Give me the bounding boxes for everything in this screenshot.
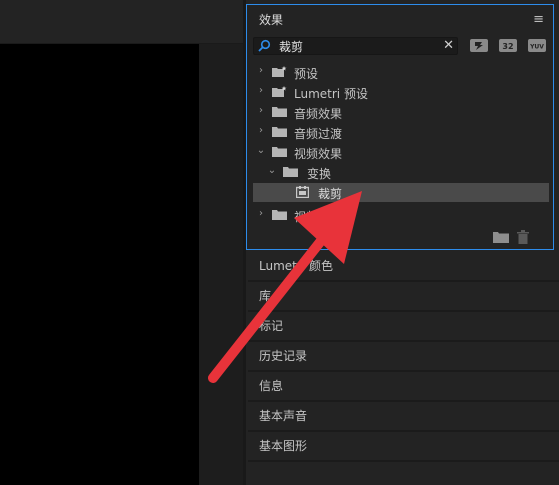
tree-item-label: 预设 bbox=[294, 67, 319, 81]
folder-icon bbox=[272, 127, 287, 137]
tree-item-presets[interactable]: › 预设 bbox=[253, 63, 549, 82]
chevron-down-icon[interactable]: ⌄ bbox=[256, 145, 266, 156]
panel-tab-markers[interactable]: 标记 bbox=[248, 312, 559, 342]
chevron-right-icon[interactable]: › bbox=[256, 125, 266, 136]
effects-panel-header: 效果 ≡ bbox=[247, 5, 553, 33]
preset-folder-icon bbox=[272, 66, 287, 77]
tree-item-label: 视频效果 bbox=[294, 147, 343, 161]
effects-search-box[interactable]: ✕ bbox=[253, 37, 458, 55]
panel-tab-lumetri-color[interactable]: Lumetri 颜色 bbox=[248, 252, 559, 282]
panel-menu-icon[interactable]: ≡ bbox=[533, 12, 544, 27]
tree-item-label: 音频效果 bbox=[294, 107, 343, 121]
search-icon bbox=[258, 39, 271, 52]
folder-icon bbox=[272, 107, 287, 117]
tree-item-transform[interactable]: ⌄ 变换 bbox=[253, 163, 549, 182]
panel-tab-essential-graphics[interactable]: 基本图形 bbox=[248, 432, 559, 462]
tree-item-label: 变换 bbox=[307, 167, 332, 181]
chevron-right-icon[interactable]: › bbox=[256, 65, 266, 76]
yuv-label: YUV bbox=[529, 44, 544, 51]
tree-item-video-transitions[interactable]: › 视频过渡 bbox=[253, 206, 549, 225]
chevron-right-icon[interactable]: › bbox=[256, 208, 266, 219]
tree-item-label: 音频过渡 bbox=[294, 127, 343, 141]
effect-icon bbox=[296, 186, 309, 198]
search-input[interactable] bbox=[279, 38, 439, 54]
folder-icon bbox=[272, 210, 287, 220]
yuv-effects-icon[interactable]: YUV bbox=[527, 38, 547, 53]
program-monitor-area bbox=[0, 0, 245, 485]
trash-icon[interactable] bbox=[517, 230, 529, 244]
32bit-effects-icon[interactable]: 32 bbox=[498, 38, 518, 53]
panel-tab-history[interactable]: 历史记录 bbox=[248, 342, 559, 372]
effects-panel: 效果 ≡ ✕ 32 YUV › 预设 › Lumetri 预设 › bbox=[246, 4, 554, 250]
tree-item-label: Lumetri 预设 bbox=[294, 87, 368, 101]
chevron-down-icon[interactable]: ⌄ bbox=[267, 165, 277, 176]
panel-tab-essential-sound[interactable]: 基本声音 bbox=[248, 402, 559, 432]
video-canvas[interactable] bbox=[0, 44, 199, 485]
clear-search-icon[interactable]: ✕ bbox=[443, 38, 454, 53]
preset-folder-icon bbox=[272, 86, 287, 97]
folder-icon bbox=[272, 147, 287, 157]
panel-tab-libraries[interactable]: 库 bbox=[248, 282, 559, 312]
tree-item-lumetri-presets[interactable]: › Lumetri 预设 bbox=[253, 83, 549, 102]
tree-item-audio-effects[interactable]: › 音频效果 bbox=[253, 103, 549, 122]
new-bin-icon[interactable] bbox=[493, 231, 509, 243]
chevron-right-icon[interactable]: › bbox=[256, 85, 266, 96]
tree-item-label: 裁剪 bbox=[318, 187, 343, 201]
effects-tree: › 预设 › Lumetri 预设 › 音频效果 › 音频过渡 ⌄ 视频效果 ⌄… bbox=[253, 61, 549, 229]
32bit-label: 32 bbox=[502, 42, 513, 51]
tree-item-audio-transitions[interactable]: › 音频过渡 bbox=[253, 123, 549, 142]
panel-title[interactable]: 效果 bbox=[259, 11, 283, 28]
tree-item-video-effects[interactable]: ⌄ 视频效果 bbox=[253, 143, 549, 162]
tree-item-label: 视频过渡 bbox=[294, 210, 343, 224]
monitor-topbar bbox=[0, 0, 245, 44]
collapsed-panels-list: Lumetri 颜色 库 标记 历史记录 信息 基本声音 基本图形 bbox=[248, 252, 559, 462]
chevron-right-icon[interactable]: › bbox=[256, 105, 266, 116]
panel-tab-info[interactable]: 信息 bbox=[248, 372, 559, 402]
folder-icon bbox=[283, 167, 298, 177]
tree-item-crop[interactable]: 裁剪 bbox=[253, 183, 549, 202]
accelerated-effects-icon[interactable] bbox=[469, 38, 489, 53]
